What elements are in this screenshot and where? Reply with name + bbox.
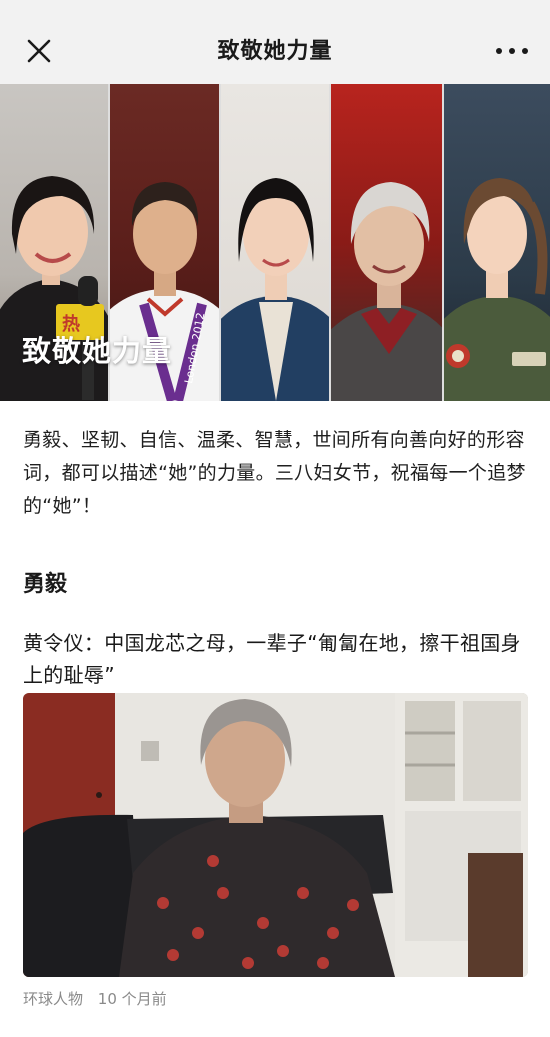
page-title: 致敬她力量 bbox=[217, 39, 333, 64]
more-button[interactable] bbox=[496, 40, 528, 62]
more-icon bbox=[496, 48, 502, 54]
publish-time: 10 个月前 bbox=[97, 990, 167, 1008]
article-intro: 勇毅、坚韧、自信、温柔、智慧，世间所有向善向好的形容词，都可以描述“她”的力量。… bbox=[23, 429, 526, 517]
top-bar: 致敬她力量 bbox=[0, 0, 550, 84]
section-heading: 勇毅 bbox=[23, 572, 68, 597]
source-name[interactable]: 环球人物 bbox=[23, 990, 83, 1008]
banner-caption: 致敬她力量 bbox=[22, 334, 173, 368]
portrait-professional bbox=[220, 84, 330, 401]
source-meta: 环球人物 10 个月前 bbox=[23, 988, 167, 1009]
story-title[interactable]: 黄令仪：中国龙芯之母，一辈子“匍匐在地，擦干祖国身上的耻辱” bbox=[23, 627, 529, 691]
story-photo[interactable] bbox=[23, 693, 528, 977]
portrait-pilot bbox=[443, 84, 550, 401]
portrait-elder bbox=[331, 84, 442, 401]
banner-image[interactable]: 热 London 2012 致敬她力量 bbox=[0, 84, 550, 401]
